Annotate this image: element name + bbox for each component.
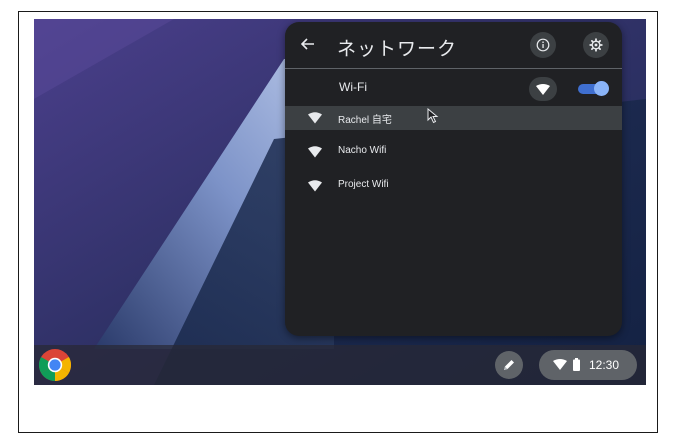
- wifi-icon: [553, 359, 567, 370]
- wifi-status-badge: [529, 77, 557, 101]
- wifi-icon: [308, 112, 322, 124]
- wifi-icon: [536, 83, 550, 95]
- wifi-icon: [308, 180, 322, 192]
- back-button[interactable]: [295, 31, 321, 57]
- chrome-logo-icon[interactable]: [38, 348, 72, 382]
- network-name: Rachel 自宅: [338, 115, 392, 126]
- panel-title: ネットワーク: [337, 38, 458, 60]
- wifi-row[interactable]: Wi-Fi: [285, 72, 622, 106]
- network-item-project[interactable]: Project Wifi: [285, 174, 622, 198]
- chromeos-desktop: ネットワーク Wi-Fi Rachel 自宅 Nacho Wifi Projec…: [34, 19, 646, 385]
- shelf: 12:30: [34, 345, 646, 385]
- network-name: Project Wifi: [338, 179, 389, 190]
- clock-time: 12:30: [589, 358, 620, 372]
- info-icon: [536, 38, 550, 52]
- toggle-knob: [594, 81, 609, 96]
- network-item-rachel[interactable]: Rachel 自宅: [285, 106, 622, 130]
- stylus-button[interactable]: [495, 351, 523, 379]
- info-button[interactable]: [530, 32, 556, 58]
- battery-icon: [573, 358, 580, 371]
- network-name: Nacho Wifi: [338, 145, 387, 156]
- network-item-nacho[interactable]: Nacho Wifi: [285, 140, 622, 164]
- wifi-icon: [308, 146, 322, 158]
- stylus-icon: [504, 360, 514, 370]
- gear-icon: [589, 38, 603, 52]
- status-tray[interactable]: 12:30: [539, 350, 637, 380]
- back-arrow-icon: [301, 38, 314, 50]
- settings-button[interactable]: [583, 32, 609, 58]
- wifi-label: Wi-Fi: [339, 80, 367, 94]
- network-panel: ネットワーク Wi-Fi Rachel 自宅 Nacho Wifi Projec…: [285, 22, 622, 336]
- wifi-toggle[interactable]: [578, 81, 609, 96]
- mouse-cursor-icon: [427, 108, 439, 124]
- header-divider: [285, 68, 622, 69]
